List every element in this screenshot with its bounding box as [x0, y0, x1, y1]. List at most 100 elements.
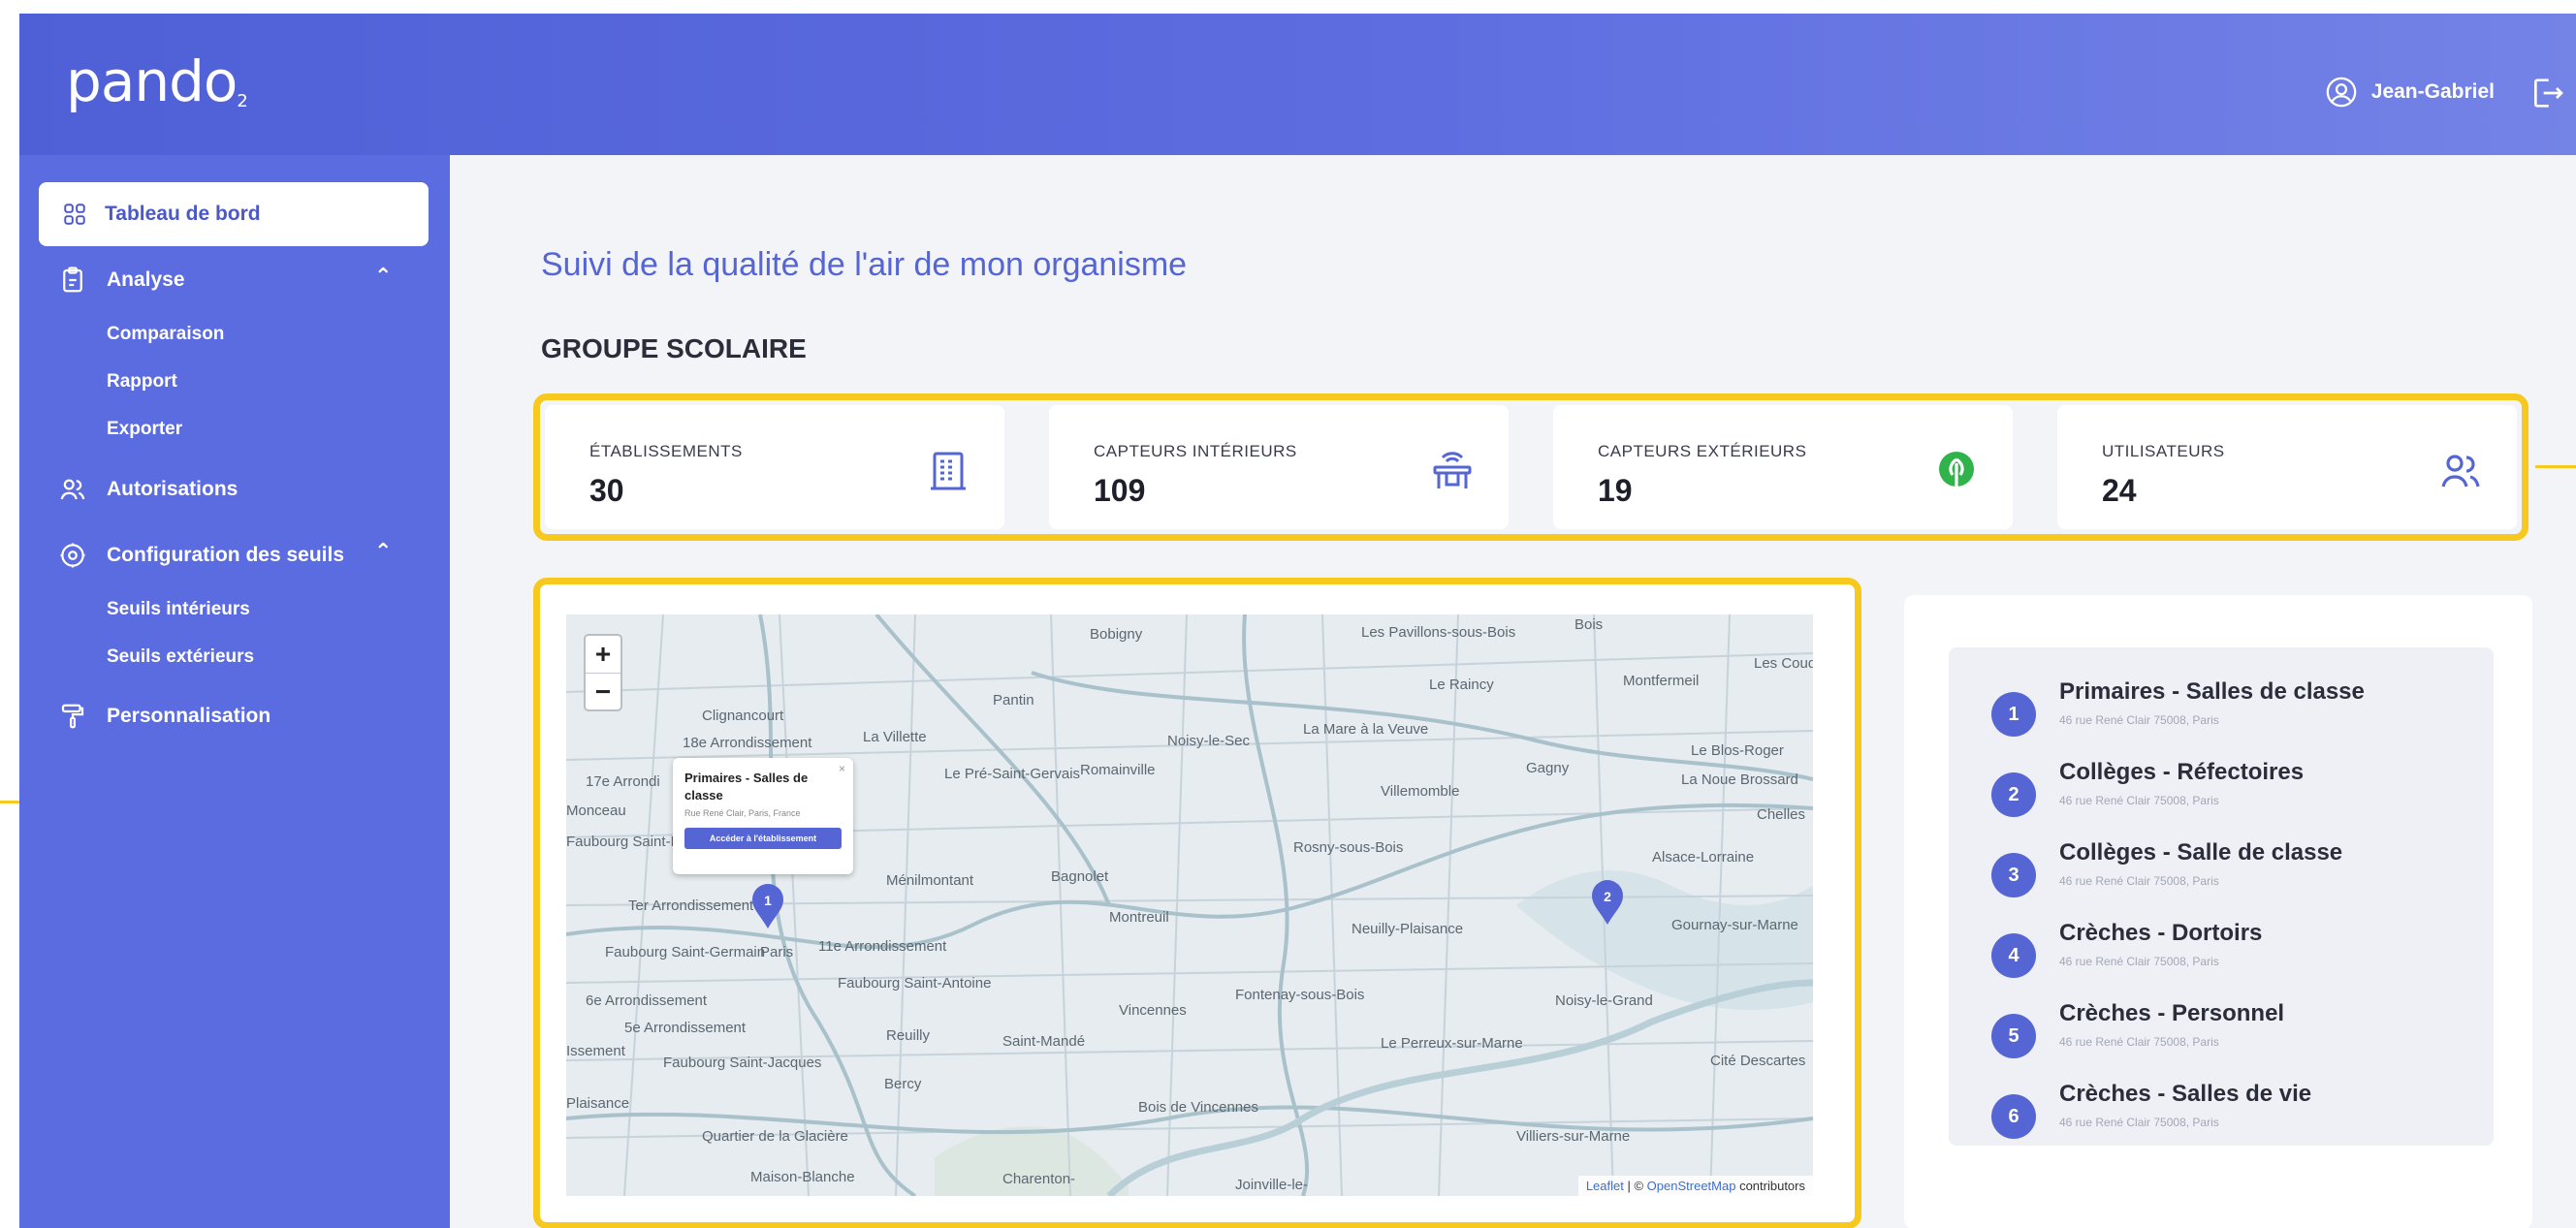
- map-place-label: 17e Arrondi: [586, 773, 660, 790]
- clipboard-icon: [63, 267, 82, 293]
- list-item-number: 2: [1991, 772, 2036, 817]
- openstreetmap-link[interactable]: OpenStreetMap: [1647, 1179, 1736, 1193]
- map-place-label: 11e Arrondissement: [818, 938, 947, 955]
- list-item[interactable]: 5 Crèches - Personnel 46 rue René Clair …: [1991, 1000, 2476, 1068]
- map-place-label: Ménilmontant: [886, 872, 974, 889]
- map-place-label: Villemomble: [1381, 783, 1460, 800]
- sidebar-item-autorisations[interactable]: Autorisations: [58, 475, 238, 504]
- map-place-label: Alsace-Lorraine: [1652, 849, 1755, 866]
- map-place-label: Villiers-sur-Marne: [1516, 1128, 1631, 1145]
- list-item-title: Collèges - Salle de classe: [2059, 839, 2343, 866]
- list-item-address: 46 rue René Clair 75008, Paris: [2059, 874, 2219, 888]
- list-item[interactable]: 2 Collèges - Réfectoires 46 rue René Cla…: [1991, 759, 2476, 827]
- map-place-label: Le Pré-Saint-Gervais: [944, 766, 1081, 782]
- list-item-title: Crèches - Personnel: [2059, 1000, 2285, 1026]
- map-place-label: Bois de Vincennes: [1138, 1099, 1258, 1116]
- logout-icon[interactable]: [2528, 74, 2566, 112]
- map-place-label: Ter Arrondissement: [628, 897, 754, 914]
- popup-access-button[interactable]: Accéder à l'établissement: [684, 828, 842, 849]
- map-place-label: 5e Arrondissement: [624, 1020, 747, 1036]
- sidebar-item-analyse[interactable]: Analyse: [58, 266, 185, 295]
- user-circle-icon: [2326, 77, 2357, 108]
- list-item[interactable]: 1 Primaires - Salles de classe 46 rue Re…: [1991, 678, 2476, 746]
- building-icon: [931, 452, 966, 490]
- map-view[interactable]: Bobigny Les Pavillons-sous-Bois Bois Pan…: [566, 614, 1813, 1196]
- map-place-label: Clignancourt: [702, 708, 784, 724]
- sidebar-item-label: Analyse: [107, 268, 185, 291]
- map-place-label: Bobigny: [1090, 626, 1143, 643]
- sidebar: Tableau de bord Analyse ⌃ Comparaison Ra…: [19, 155, 450, 1228]
- app-frame: pando2 Jean-Gabriel Tableau de bord Anal…: [19, 14, 2576, 1228]
- list-item-address: 46 rue René Clair 75008, Paris: [2059, 1035, 2219, 1049]
- list-item[interactable]: 6 Crèches - Salles de vie 46 rue René Cl…: [1991, 1081, 2476, 1146]
- map-place-label: Bagnolet: [1051, 868, 1109, 885]
- map-place-label: Quartier de la Glacière: [702, 1128, 848, 1145]
- sidebar-subitem-exporter[interactable]: Exporter: [107, 419, 182, 440]
- establishments-list[interactable]: 1 Primaires - Salles de classe 46 rue Re…: [1949, 647, 2494, 1146]
- chevron-up-icon[interactable]: ⌃: [374, 539, 392, 564]
- sidebar-subitem-seuils-exterieurs[interactable]: Seuils extérieurs: [107, 646, 254, 668]
- list-item-title: Primaires - Salles de classe: [2059, 678, 2365, 705]
- map-place-label: La Noue Brossard: [1681, 771, 1798, 788]
- popup-close-button[interactable]: ×: [839, 762, 845, 775]
- map-place-label: 6e Arrondissement: [586, 992, 708, 1009]
- map-place-label: Rosny-sous-Bois: [1293, 839, 1404, 856]
- map-place-label: Neuilly-Plaisance: [1352, 921, 1464, 937]
- list-item[interactable]: 3 Collèges - Salle de classe 46 rue René…: [1991, 839, 2476, 907]
- map-place-label: Charenton-: [1002, 1171, 1076, 1187]
- list-item-address: 46 rue René Clair 75008, Paris: [2059, 794, 2219, 807]
- map-place-label: Maison-Blanche: [750, 1169, 855, 1185]
- chevron-up-icon[interactable]: ⌃: [374, 264, 392, 289]
- app-logo[interactable]: pando2: [66, 48, 248, 114]
- stat-card-utilisateurs[interactable]: UTILISATEURS 24: [2057, 405, 2517, 529]
- list-item-number: 6: [1991, 1094, 2036, 1139]
- map-zoom-control: + −: [584, 634, 622, 711]
- sidebar-subitem-comparaison[interactable]: Comparaison: [107, 324, 224, 345]
- indoor-sensor-icon: [1433, 452, 1472, 488]
- user-menu[interactable]: Jean-Gabriel: [2325, 76, 2495, 109]
- map-attribution: Leaflet | © OpenStreetMap contributors: [1577, 1176, 1813, 1196]
- list-item-number: 4: [1991, 933, 2036, 978]
- map-place-label: Paris: [760, 944, 794, 960]
- zoom-in-button[interactable]: +: [586, 636, 620, 673]
- zoom-out-button[interactable]: −: [586, 673, 620, 709]
- popup-title: Primaires - Salles de classe: [684, 771, 809, 803]
- gear-icon: [60, 543, 85, 568]
- map-place-label: Montreuil: [1109, 909, 1169, 926]
- map-place-label: Reuilly: [886, 1027, 931, 1044]
- map-place-label: Chelles: [1757, 806, 1806, 823]
- page-title: Suivi de la qualité de l'air de mon orga…: [541, 246, 1188, 283]
- leaflet-link[interactable]: Leaflet: [1586, 1179, 1624, 1193]
- sidebar-item-personnalisation[interactable]: Personnalisation: [58, 702, 270, 731]
- map-marker-pin[interactable]: 2: [1590, 878, 1625, 927]
- user-name: Jean-Gabriel: [2370, 80, 2495, 103]
- stat-card-capteurs-exterieurs[interactable]: CAPTEURS EXTÉRIEURS 19: [1553, 405, 2013, 529]
- list-item-address: 46 rue René Clair 75008, Paris: [2059, 955, 2219, 968]
- list-item-number: 1: [1991, 692, 2036, 737]
- users-icon: [60, 479, 85, 500]
- popup-address: Rue René Clair, Paris, France: [684, 808, 801, 818]
- map-place-label: Faubourg Saint-Jacques: [663, 1055, 822, 1071]
- map-place-label: Le Raincy: [1429, 677, 1494, 693]
- list-item-address: 46 rue René Clair 75008, Paris: [2059, 1116, 2219, 1129]
- stat-value: 109: [1094, 473, 1146, 508]
- sidebar-item-label: Autorisations: [107, 478, 239, 500]
- map-marker-pin[interactable]: 1: [750, 882, 785, 930]
- map-place-label: Noisy-le-Grand: [1555, 992, 1653, 1009]
- sidebar-subitem-rapport[interactable]: Rapport: [107, 371, 177, 393]
- list-item[interactable]: 4 Crèches - Dortoirs 46 rue René Clair 7…: [1991, 920, 2476, 988]
- stat-card-etablissements[interactable]: ÉTABLISSEMENTS 30: [545, 405, 1004, 529]
- map-place-label: La Villette: [863, 729, 927, 745]
- stat-label: ÉTABLISSEMENTS: [589, 442, 743, 460]
- map-place-label: Faubourg Saint-Germain: [605, 944, 766, 960]
- stat-card-capteurs-interieurs[interactable]: CAPTEURS INTÉRIEURS 109: [1049, 405, 1509, 529]
- stat-value: 19: [1598, 473, 1633, 508]
- sidebar-subitem-seuils-interieurs[interactable]: Seuils intérieurs: [107, 599, 250, 620]
- tree-icon: [1939, 452, 1974, 490]
- stat-label: CAPTEURS INTÉRIEURS: [1094, 442, 1297, 460]
- list-item-number: 3: [1991, 853, 2036, 897]
- paint-roller-icon: [61, 704, 84, 729]
- sidebar-item-configuration-des-seuils[interactable]: Configuration des seuils: [58, 541, 344, 570]
- sidebar-item-tableau-de-bord[interactable]: Tableau de bord: [39, 182, 429, 246]
- grid-icon: [64, 204, 85, 225]
